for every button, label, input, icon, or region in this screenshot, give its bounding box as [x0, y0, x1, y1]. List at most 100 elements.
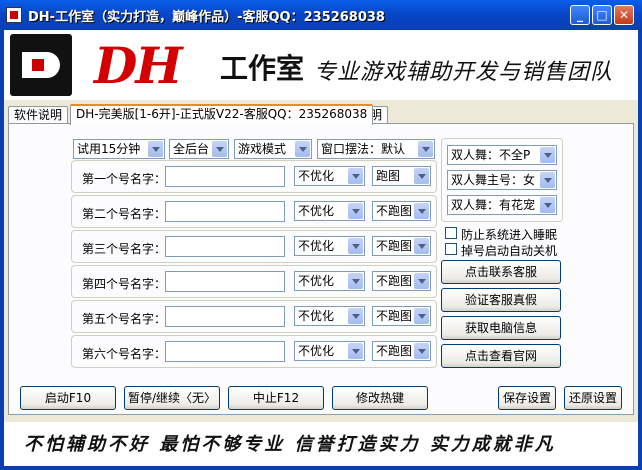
background-select-value: 全后台 — [173, 142, 210, 156]
optimize-select-value: 不优化 — [298, 274, 335, 288]
contact-support-button[interactable]: 点击联系客服 — [441, 260, 561, 284]
tab-panel-main: 试用15分钟 全后台 游戏模式 窗口摆法：默认 第一个号名字： 不优化 跑图 第… — [8, 123, 634, 415]
save-settings-button[interactable]: 保存设置 — [498, 386, 556, 410]
chevron-down-icon — [348, 238, 363, 254]
client-area: DH 工作室 专业游戏辅助开发与销售团队 软件说明 DH-完美版[1-6开]-正… — [4, 30, 638, 466]
dance-main-select-value: 双人舞主号：女 — [451, 173, 536, 187]
dance-main-select[interactable]: 双人舞主号：女 — [447, 170, 557, 190]
account-label: 第一个号名字： — [82, 172, 167, 186]
run-map-select-value: 不跑图 — [376, 239, 413, 253]
banner: DH 工作室 专业游戏辅助开发与销售团队 — [4, 30, 638, 100]
tab-instructions[interactable]: 软件说明 — [8, 106, 69, 124]
minimize-button[interactable]: _ — [570, 5, 590, 25]
chevron-down-icon — [295, 141, 310, 157]
pause-resume-button[interactable]: 暂停/继续〈无〉 — [124, 386, 220, 410]
account-name-input[interactable] — [165, 271, 285, 292]
chevron-down-icon — [414, 168, 429, 184]
chevron-down-icon — [540, 197, 555, 213]
window-layout-select[interactable]: 窗口摆法：默认 — [317, 139, 435, 159]
run-map-select-value: 不跑图 — [376, 274, 413, 288]
optimize-select[interactable]: 不优化 — [294, 236, 365, 256]
stop-button[interactable]: 中止F12 — [228, 386, 324, 410]
run-map-select[interactable]: 不跑图 — [372, 341, 431, 361]
optimize-select[interactable]: 不优化 — [294, 166, 365, 186]
run-map-select[interactable]: 不跑图 — [372, 236, 431, 256]
account-label: 第四个号名字： — [82, 277, 167, 291]
main-window: DH-工作室（实力打造，巅峰作品）-客服QQ：235268038 _ □ ✕ D… — [0, 0, 642, 470]
footer-banner: 不怕辅助不好 最怕不够专业 信誉打造实力 实力成就非凡 — [4, 422, 638, 466]
maximize-button[interactable]: □ — [592, 5, 612, 25]
optimize-select[interactable]: 不优化 — [294, 201, 365, 221]
restore-settings-button[interactable]: 还原设置 — [564, 386, 622, 410]
mode-select[interactable]: 游戏模式 — [234, 139, 312, 159]
account-group-4: 第四个号名字： 不优化 不跑图 — [71, 265, 437, 298]
account-name-input[interactable] — [165, 306, 285, 327]
optimize-select-value: 不优化 — [298, 204, 335, 218]
chevron-down-icon — [414, 308, 429, 324]
chevron-down-icon — [212, 141, 227, 157]
prevent-sleep-label: 防止系统进入睡眠 — [461, 228, 558, 242]
chevron-down-icon — [348, 343, 363, 359]
run-map-select[interactable]: 跑图 — [372, 166, 431, 186]
run-map-select[interactable]: 不跑图 — [372, 201, 431, 221]
logo-shape-red — [32, 59, 44, 71]
dance-pet-select-value: 双人舞：有花宠 — [451, 198, 536, 212]
footer-slogan: 不怕辅助不好 最怕不够专业 信誉打造实力 实力成就非凡 — [24, 434, 556, 455]
app-icon — [6, 7, 22, 23]
title-bar[interactable]: DH-工作室（实力打造，巅峰作品）-客服QQ：235268038 _ □ ✕ — [0, 0, 642, 30]
brand-studio: 工作室 — [220, 52, 305, 85]
account-name-input[interactable] — [165, 236, 285, 257]
chevron-down-icon — [540, 147, 555, 163]
account-name-input[interactable] — [165, 166, 285, 187]
dance-pet-select[interactable]: 双人舞：有花宠 — [447, 195, 557, 215]
optimize-select[interactable]: 不优化 — [294, 306, 365, 326]
chevron-down-icon — [418, 141, 433, 157]
prevent-sleep-checkbox[interactable] — [445, 227, 457, 239]
background-select[interactable]: 全后台 — [169, 139, 229, 159]
window-title: DH-工作室（实力打造，巅峰作品）-客服QQ：235268038 — [28, 10, 385, 25]
get-pc-info-button[interactable]: 获取电脑信息 — [441, 316, 561, 340]
brand-slogan: 专业游戏辅助开发与销售团队 — [314, 60, 614, 85]
run-map-select-value: 跑图 — [376, 169, 401, 183]
start-button[interactable]: 启动F10 — [20, 386, 116, 410]
account-label: 第二个号名字： — [82, 207, 167, 221]
account-label: 第五个号名字： — [82, 312, 167, 326]
edit-hotkey-button[interactable]: 修改热键 — [332, 386, 428, 410]
account-group-2: 第二个号名字： 不优化 不跑图 — [71, 195, 437, 228]
optimize-select-value: 不优化 — [298, 239, 335, 253]
auto-shutdown-checkbox[interactable] — [445, 243, 457, 255]
official-site-button[interactable]: 点击查看官网 — [441, 344, 561, 368]
run-map-select-value: 不跑图 — [376, 204, 413, 218]
chevron-down-icon — [348, 168, 363, 184]
chevron-down-icon — [348, 308, 363, 324]
chevron-down-icon — [414, 343, 429, 359]
chevron-down-icon — [540, 172, 555, 188]
verify-support-button[interactable]: 验证客服真假 — [441, 288, 561, 312]
account-group-1: 第一个号名字： 不优化 跑图 — [71, 160, 437, 193]
account-name-input[interactable] — [165, 201, 285, 222]
optimize-select-value: 不优化 — [298, 169, 335, 183]
chevron-down-icon — [414, 238, 429, 254]
optimize-select-value: 不优化 — [298, 309, 335, 323]
trial-select-value: 试用15分钟 — [77, 142, 141, 156]
auto-shutdown-label: 掉号启动自动关机 — [461, 244, 558, 258]
chevron-down-icon — [348, 273, 363, 289]
run-map-select[interactable]: 不跑图 — [372, 306, 431, 326]
run-map-select[interactable]: 不跑图 — [372, 271, 431, 291]
optimize-select-value: 不优化 — [298, 344, 335, 358]
tab-main[interactable]: DH-完美版[1-6开]-正式版V22-客服QQ：235268038 — [70, 104, 374, 125]
dance-select[interactable]: 双人舞：不全P — [447, 145, 557, 165]
optimize-select[interactable]: 不优化 — [294, 341, 365, 361]
dance-select-value: 双人舞：不全P — [451, 148, 531, 162]
dance-group: 双人舞：不全P 双人舞主号：女 双人舞：有花宠 — [441, 138, 563, 222]
close-button[interactable]: ✕ — [614, 5, 634, 25]
run-map-select-value: 不跑图 — [376, 309, 413, 323]
account-group-5: 第五个号名字： 不优化 不跑图 — [71, 300, 437, 333]
trial-select[interactable]: 试用15分钟 — [73, 139, 165, 159]
account-name-input[interactable] — [165, 341, 285, 362]
chevron-down-icon — [148, 141, 163, 157]
chevron-down-icon — [414, 203, 429, 219]
optimize-select[interactable]: 不优化 — [294, 271, 365, 291]
account-label: 第三个号名字： — [82, 242, 167, 256]
chevron-down-icon — [414, 273, 429, 289]
